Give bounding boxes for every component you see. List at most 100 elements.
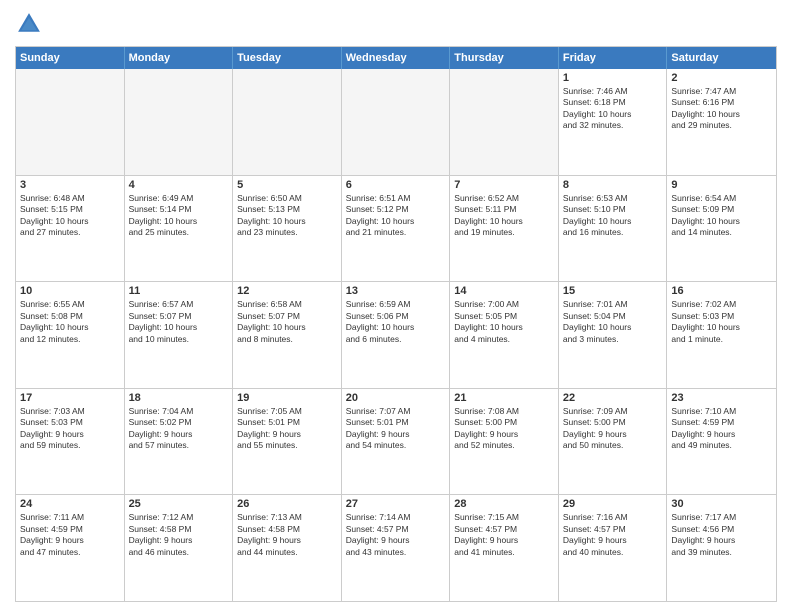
day-number: 13 [346,285,446,297]
calendar-header: SundayMondayTuesdayWednesdayThursdayFrid… [16,47,776,69]
calendar-day-23: 23 Sunrise: 7:10 AM Sunset: 4:59 PM Dayli… [667,389,776,495]
day-number: 7 [454,179,554,191]
empty-cell [233,69,342,175]
calendar-day-27: 27 Sunrise: 7:14 AM Sunset: 4:57 PM Dayli… [342,495,451,601]
day-info: Sunrise: 7:11 AM Sunset: 4:59 PM Dayligh… [20,512,120,558]
header [15,10,777,38]
calendar-day-14: 14Sunrise: 7:00 AM Sunset: 5:05 PM Dayli… [450,282,559,388]
calendar: SundayMondayTuesdayWednesdayThursdayFrid… [15,46,777,602]
day-number: 14 [454,285,554,297]
calendar-week-1: 1Sunrise: 7:46 AM Sunset: 6:18 PM Daylig… [16,69,776,176]
header-day-monday: Monday [125,47,234,69]
day-info: Sunrise: 6:59 AM Sunset: 5:06 PM Dayligh… [346,299,446,345]
day-number: 8 [563,179,663,191]
calendar-day-25: 25 Sunrise: 7:12 AM Sunset: 4:58 PM Dayli… [125,495,234,601]
day-info: Sunrise: 6:52 AM Sunset: 5:11 PM Dayligh… [454,193,554,239]
day-number: 26 [237,498,337,510]
calendar-week-2: 3 Sunrise: 6:48 AM Sunset: 5:15 PM Daylig… [16,176,776,283]
calendar-day-12: 12 Sunrise: 6:58 AM Sunset: 5:07 PM Dayli… [233,282,342,388]
day-number: 27 [346,498,446,510]
calendar-week-4: 17Sunrise: 7:03 AM Sunset: 5:03 PM Dayli… [16,389,776,496]
calendar-day-26: 26 Sunrise: 7:13 AM Sunset: 4:58 PM Dayli… [233,495,342,601]
calendar-day-9: 9 Sunrise: 6:54 AM Sunset: 5:09 PM Daylig… [667,176,776,282]
day-info: Sunrise: 6:54 AM Sunset: 5:09 PM Dayligh… [671,193,772,239]
day-info: Sunrise: 7:04 AM Sunset: 5:02 PM Dayligh… [129,406,229,452]
day-number: 28 [454,498,554,510]
logo [15,10,47,38]
calendar-week-3: 10Sunrise: 6:55 AM Sunset: 5:08 PM Dayli… [16,282,776,389]
header-day-wednesday: Wednesday [342,47,451,69]
empty-cell [450,69,559,175]
day-info: Sunrise: 7:05 AM Sunset: 5:01 PM Dayligh… [237,406,337,452]
day-number: 22 [563,392,663,404]
calendar-day-8: 8 Sunrise: 6:53 AM Sunset: 5:10 PM Daylig… [559,176,668,282]
header-day-thursday: Thursday [450,47,559,69]
day-info: Sunrise: 7:09 AM Sunset: 5:00 PM Dayligh… [563,406,663,452]
day-number: 25 [129,498,229,510]
day-info: Sunrise: 7:08 AM Sunset: 5:00 PM Dayligh… [454,406,554,452]
day-info: Sunrise: 6:50 AM Sunset: 5:13 PM Dayligh… [237,193,337,239]
day-number: 30 [671,498,772,510]
day-info: Sunrise: 7:47 AM Sunset: 6:16 PM Dayligh… [671,86,772,132]
day-number: 6 [346,179,446,191]
day-number: 17 [20,392,120,404]
calendar-day-5: 5 Sunrise: 6:50 AM Sunset: 5:13 PM Daylig… [233,176,342,282]
day-info: Sunrise: 6:53 AM Sunset: 5:10 PM Dayligh… [563,193,663,239]
calendar-day-3: 3 Sunrise: 6:48 AM Sunset: 5:15 PM Daylig… [16,176,125,282]
calendar-day-15: 15 Sunrise: 7:01 AM Sunset: 5:04 PM Dayli… [559,282,668,388]
day-number: 12 [237,285,337,297]
calendar-day-2: 2 Sunrise: 7:47 AM Sunset: 6:16 PM Daylig… [667,69,776,175]
empty-cell [342,69,451,175]
header-day-sunday: Sunday [16,47,125,69]
calendar-week-5: 24Sunrise: 7:11 AM Sunset: 4:59 PM Dayli… [16,495,776,601]
day-info: Sunrise: 6:49 AM Sunset: 5:14 PM Dayligh… [129,193,229,239]
day-number: 23 [671,392,772,404]
day-info: Sunrise: 6:48 AM Sunset: 5:15 PM Dayligh… [20,193,120,239]
day-number: 20 [346,392,446,404]
calendar-day-30: 30 Sunrise: 7:17 AM Sunset: 4:56 PM Dayli… [667,495,776,601]
page: SundayMondayTuesdayWednesdayThursdayFrid… [0,0,792,612]
calendar-day-4: 4Sunrise: 6:49 AM Sunset: 5:14 PM Daylig… [125,176,234,282]
day-info: Sunrise: 7:13 AM Sunset: 4:58 PM Dayligh… [237,512,337,558]
calendar-day-1: 1Sunrise: 7:46 AM Sunset: 6:18 PM Daylig… [559,69,668,175]
calendar-day-19: 19 Sunrise: 7:05 AM Sunset: 5:01 PM Dayli… [233,389,342,495]
day-info: Sunrise: 6:57 AM Sunset: 5:07 PM Dayligh… [129,299,229,345]
calendar-day-13: 13 Sunrise: 6:59 AM Sunset: 5:06 PM Dayli… [342,282,451,388]
day-info: Sunrise: 6:58 AM Sunset: 5:07 PM Dayligh… [237,299,337,345]
day-info: Sunrise: 7:10 AM Sunset: 4:59 PM Dayligh… [671,406,772,452]
calendar-day-10: 10Sunrise: 6:55 AM Sunset: 5:08 PM Dayli… [16,282,125,388]
calendar-day-18: 18 Sunrise: 7:04 AM Sunset: 5:02 PM Dayli… [125,389,234,495]
header-day-saturday: Saturday [667,47,776,69]
day-number: 3 [20,179,120,191]
day-number: 1 [563,72,663,84]
calendar-day-29: 29 Sunrise: 7:16 AM Sunset: 4:57 PM Dayli… [559,495,668,601]
day-info: Sunrise: 7:07 AM Sunset: 5:01 PM Dayligh… [346,406,446,452]
calendar-body: 1Sunrise: 7:46 AM Sunset: 6:18 PM Daylig… [16,69,776,601]
calendar-day-28: 28 Sunrise: 7:15 AM Sunset: 4:57 PM Dayli… [450,495,559,601]
day-number: 19 [237,392,337,404]
calendar-day-7: 7 Sunrise: 6:52 AM Sunset: 5:11 PM Daylig… [450,176,559,282]
day-info: Sunrise: 6:55 AM Sunset: 5:08 PM Dayligh… [20,299,120,345]
calendar-day-24: 24Sunrise: 7:11 AM Sunset: 4:59 PM Dayli… [16,495,125,601]
day-number: 15 [563,285,663,297]
day-info: Sunrise: 7:14 AM Sunset: 4:57 PM Dayligh… [346,512,446,558]
calendar-day-21: 21 Sunrise: 7:08 AM Sunset: 5:00 PM Dayli… [450,389,559,495]
day-number: 2 [671,72,772,84]
calendar-day-11: 11Sunrise: 6:57 AM Sunset: 5:07 PM Dayli… [125,282,234,388]
day-info: Sunrise: 7:16 AM Sunset: 4:57 PM Dayligh… [563,512,663,558]
day-info: Sunrise: 7:12 AM Sunset: 4:58 PM Dayligh… [129,512,229,558]
day-number: 9 [671,179,772,191]
day-number: 16 [671,285,772,297]
logo-icon [15,10,43,38]
calendar-day-22: 22 Sunrise: 7:09 AM Sunset: 5:00 PM Dayli… [559,389,668,495]
day-info: Sunrise: 7:15 AM Sunset: 4:57 PM Dayligh… [454,512,554,558]
calendar-day-17: 17Sunrise: 7:03 AM Sunset: 5:03 PM Dayli… [16,389,125,495]
day-number: 29 [563,498,663,510]
day-number: 18 [129,392,229,404]
day-number: 21 [454,392,554,404]
day-info: Sunrise: 7:01 AM Sunset: 5:04 PM Dayligh… [563,299,663,345]
day-number: 5 [237,179,337,191]
header-day-friday: Friday [559,47,668,69]
day-info: Sunrise: 7:17 AM Sunset: 4:56 PM Dayligh… [671,512,772,558]
calendar-day-6: 6Sunrise: 6:51 AM Sunset: 5:12 PM Daylig… [342,176,451,282]
